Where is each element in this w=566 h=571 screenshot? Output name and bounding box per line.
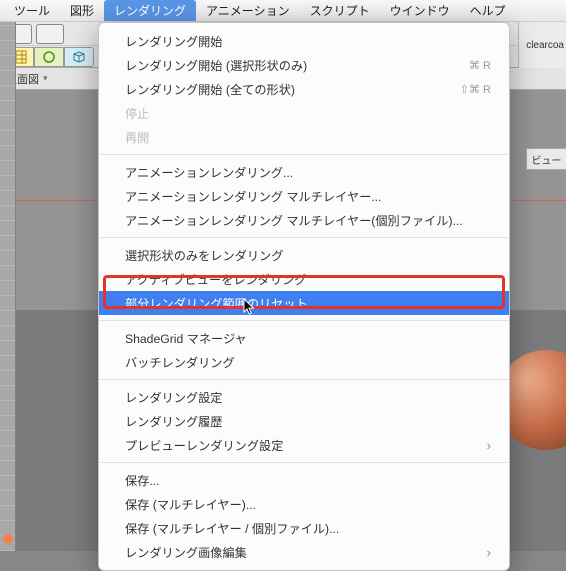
menu-item-render-active-view[interactable]: アクティブビューをレンダリング <box>99 267 509 291</box>
menu-animation[interactable]: アニメーション <box>196 0 300 21</box>
menu-separator <box>99 320 509 321</box>
menu-script[interactable]: スクリプト <box>300 0 380 21</box>
menu-tool[interactable]: ツール <box>4 0 60 21</box>
ruler-marker <box>4 535 12 543</box>
menu-item-render-image-edit[interactable]: レンダリング画像編集› <box>99 540 509 564</box>
rendering-menu-dropdown: レンダリング開始 レンダリング開始 (選択形状のみ)⌘ R レンダリング開始 (… <box>98 22 510 571</box>
menu-item-render-start[interactable]: レンダリング開始 <box>99 29 509 53</box>
menu-item-preview-render-settings[interactable]: プレビューレンダリング設定› <box>99 433 509 457</box>
tool-icon-b[interactable] <box>36 24 64 44</box>
menu-item-render-start-all[interactable]: レンダリング開始 (全ての形状)⇧⌘ R <box>99 77 509 101</box>
menu-item-resume: 再開 <box>99 125 509 149</box>
menu-separator <box>99 462 509 463</box>
menu-item-shadegrid-manager[interactable]: ShadeGrid マネージャ <box>99 326 509 350</box>
vertical-ruler <box>0 22 16 551</box>
menu-item-save-multilayer-separate[interactable]: 保存 (マルチレイヤー / 個別ファイル)... <box>99 516 509 540</box>
chevron-right-icon: › <box>487 545 491 560</box>
menu-item-save-multilayer[interactable]: 保存 (マルチレイヤー)... <box>99 492 509 516</box>
menu-item-render-start-selection[interactable]: レンダリング開始 (選択形状のみ)⌘ R <box>99 53 509 77</box>
menubar: ツール 図形 レンダリング アニメーション スクリプト ウインドウ ヘルプ <box>0 0 566 22</box>
mode-cube-button[interactable] <box>64 47 94 67</box>
menu-shape[interactable]: 図形 <box>60 0 104 21</box>
shortcut-text: ⌘ R <box>469 59 491 72</box>
menu-window[interactable]: ウインドウ <box>380 0 460 21</box>
menu-item-render-settings[interactable]: レンダリング設定 <box>99 385 509 409</box>
menu-item-stop: 停止 <box>99 101 509 125</box>
menu-separator <box>99 379 509 380</box>
menu-item-anim-render-multilayer[interactable]: アニメーションレンダリング マルチレイヤー... <box>99 184 509 208</box>
right-tab-view[interactable]: ビュー <box>526 148 566 170</box>
menu-help[interactable]: ヘルプ <box>460 0 516 21</box>
menu-item-anim-render-multilayer-separate[interactable]: アニメーションレンダリング マルチレイヤー(個別ファイル)... <box>99 208 509 232</box>
mode-toggle-group <box>4 47 94 67</box>
menu-item-reset-partial-render-area[interactable]: 部分レンダリング範囲のリセット <box>99 291 509 315</box>
chevron-down-icon[interactable]: ▾ <box>43 73 48 84</box>
menu-item-anim-render[interactable]: アニメーションレンダリング... <box>99 160 509 184</box>
menu-separator <box>99 237 509 238</box>
mode-circle-button[interactable] <box>34 47 64 67</box>
menu-item-render-selection-only[interactable]: 選択形状のみをレンダリング <box>99 243 509 267</box>
menu-item-save[interactable]: 保存... <box>99 468 509 492</box>
chevron-right-icon: › <box>487 438 491 453</box>
right-label: clearcoa <box>518 22 566 68</box>
shortcut-text: ⇧⌘ R <box>460 83 491 96</box>
menu-rendering[interactable]: レンダリング <box>104 0 196 21</box>
menu-item-render-history[interactable]: レンダリング履歴 <box>99 409 509 433</box>
menu-item-batch-rendering[interactable]: バッチレンダリング <box>99 350 509 374</box>
menu-separator <box>99 154 509 155</box>
